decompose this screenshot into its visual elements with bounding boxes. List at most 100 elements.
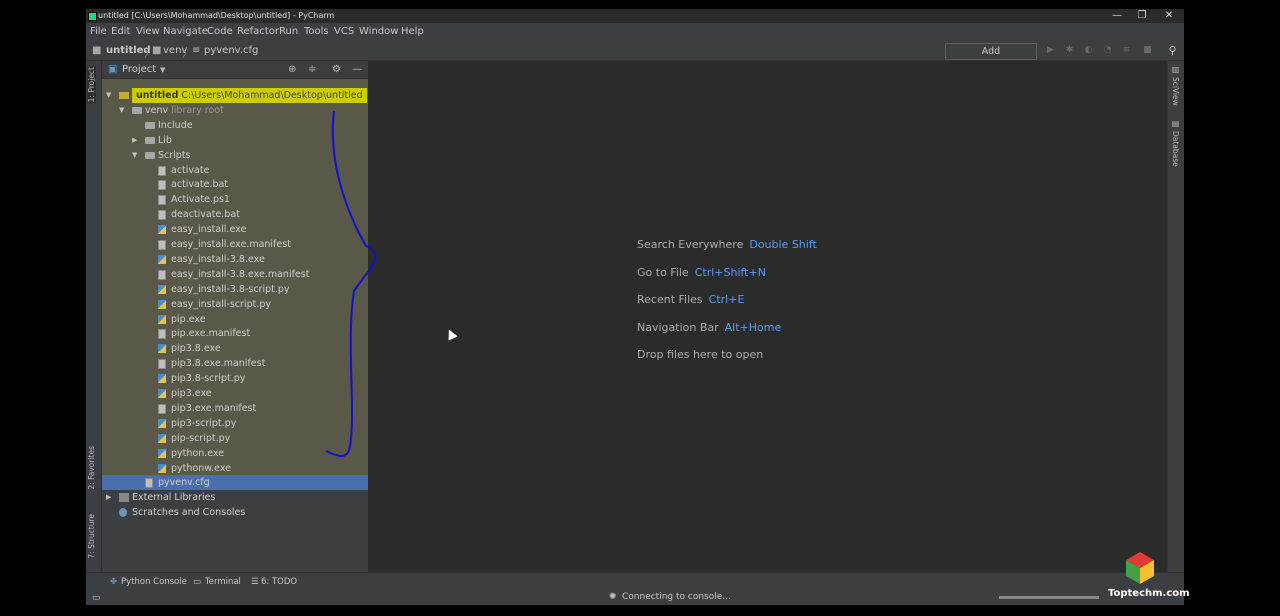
project-panel-title[interactable]: Project xyxy=(122,64,156,75)
menu-view[interactable]: View xyxy=(136,26,160,37)
locate-icon[interactable]: ⊕ xyxy=(288,64,296,75)
tab-terminal[interactable]: Terminal xyxy=(205,577,241,587)
tab-python-console[interactable]: Python Console xyxy=(121,577,187,587)
folder-icon xyxy=(145,151,155,159)
tab-structure[interactable]: 7: Structure xyxy=(87,514,96,559)
stop-icon[interactable]: ■ xyxy=(1143,46,1152,55)
chevron-right-icon[interactable]: ▶ xyxy=(132,133,137,148)
file-icon xyxy=(158,403,166,414)
tree-item-label: Lib xyxy=(158,134,172,146)
file-icon xyxy=(158,240,166,250)
tab-favorites[interactable]: 2: Favorites xyxy=(87,446,96,490)
pycharm-app-icon xyxy=(88,12,97,21)
editor-hint: Drop files here to open xyxy=(637,348,763,361)
tree-item-label: pip3.exe xyxy=(171,388,212,399)
menu-run[interactable]: Run xyxy=(279,26,298,37)
tree-item-label: easy_install-script.py xyxy=(171,298,271,310)
debug-icon[interactable]: ✱ xyxy=(1065,46,1074,55)
tree-item-label: pip.exe xyxy=(171,313,206,325)
tree-item-label: easy_install-3.8.exe.manifest xyxy=(171,268,310,280)
tree-item-label: Scripts xyxy=(158,149,191,161)
chevron-down-icon[interactable]: ▼ xyxy=(132,148,137,163)
file-icon xyxy=(145,478,153,489)
tree-item-label: pyvenv.cfg xyxy=(158,477,210,489)
menu-edit[interactable]: Edit xyxy=(111,26,130,37)
file-icon xyxy=(158,269,166,280)
python-file-icon xyxy=(158,433,166,443)
concurrency-icon[interactable]: ≡ xyxy=(1122,46,1131,55)
tree-item-label: pip.exe.manifest xyxy=(171,328,251,340)
tree-item-label: activate.bat xyxy=(171,179,229,191)
file-icon xyxy=(158,329,166,340)
pycharm-window: untitled [C:\Users\Mohammad\Desktop\unti… xyxy=(86,9,1184,605)
tab-sciview[interactable]: SciView xyxy=(1171,77,1180,106)
menu-navigate[interactable]: Navigate xyxy=(163,26,208,37)
tab-database[interactable]: Database xyxy=(1171,131,1180,167)
editor-hint: Search Everywhere Double Shift xyxy=(637,238,817,251)
menu-file[interactable]: File xyxy=(90,26,107,37)
folder-icon: ■ xyxy=(92,45,102,56)
scratches-icon xyxy=(119,508,127,518)
tree-item-extra: library root xyxy=(168,104,224,116)
todo-icon: ☰ xyxy=(251,577,259,587)
coverage-icon[interactable]: ◐ xyxy=(1084,46,1093,55)
collapse-icon[interactable]: ≑ xyxy=(308,64,316,75)
chevron-down-icon[interactable]: ▼ xyxy=(106,88,111,103)
python-file-icon xyxy=(158,374,166,384)
minimize-button[interactable]: — xyxy=(1108,10,1126,21)
close-button[interactable]: ✕ xyxy=(1160,10,1178,21)
menu-vcs[interactable]: VCS xyxy=(334,26,354,37)
folder-icon xyxy=(119,92,129,99)
folder-icon xyxy=(132,106,142,114)
chevron-down-icon[interactable]: ▼ xyxy=(119,103,124,118)
tree-item-label: easy_install-3.8-script.py xyxy=(171,283,290,295)
tab-project[interactable]: 1: Project xyxy=(87,66,96,104)
menu-refactor[interactable]: Refactor xyxy=(237,26,279,37)
tree-item-label: easy_install.exe xyxy=(171,224,247,236)
python-file-icon xyxy=(158,418,166,428)
watermark-text: Toptechm.com xyxy=(1108,588,1190,599)
breadcrumb-file[interactable]: pyvenv.cfg xyxy=(204,45,258,56)
menu-tools[interactable]: Tools xyxy=(304,26,329,37)
file-icon xyxy=(158,195,166,206)
sciview-icon: ▥ xyxy=(1171,65,1180,74)
hint-text: Drop files here to open xyxy=(637,348,764,361)
status-spinner-icon: ✺ xyxy=(609,592,617,602)
terminal-icon: ▭ xyxy=(193,577,202,587)
menu-window[interactable]: Window xyxy=(359,26,398,37)
menu-code[interactable]: Code xyxy=(207,26,233,37)
maximize-button[interactable]: ❐ xyxy=(1133,10,1151,21)
hint-text: Search Everywhere xyxy=(637,238,744,251)
search-icon[interactable]: ⚲ xyxy=(1168,45,1177,56)
tree-item-label: pip3.exe.manifest xyxy=(171,402,257,414)
profile-icon[interactable]: ◔ xyxy=(1103,46,1112,55)
tree-item-label: pip3.8.exe xyxy=(171,343,221,355)
add-configuration-button[interactable]: Add Configuration... xyxy=(945,43,1037,72)
gear-icon[interactable]: ⚙ xyxy=(332,64,341,75)
status-bar: ✤ Python Console ▭ Terminal ☰ 6: TODO ▭ … xyxy=(86,572,1184,605)
tree-item-label: pip3-script.py xyxy=(171,417,237,429)
tree-item-label: pythonw.exe xyxy=(171,462,232,474)
tree-item-label: pip3.8-script.py xyxy=(171,373,246,385)
python-file-icon xyxy=(158,314,166,324)
hint-text: Navigation Bar xyxy=(637,320,719,334)
tree-item[interactable]: Scratches and Consoles xyxy=(102,505,368,520)
tree-item-label: deactivate.bat xyxy=(171,209,240,221)
tree-item[interactable]: ▶ External Libraries xyxy=(102,490,368,505)
tree-item-label: easy_install-3.8.exe xyxy=(171,253,265,265)
toggle-tool-windows-icon[interactable]: ▭ xyxy=(92,593,100,603)
hint-shortcut: Double Shift xyxy=(749,238,817,251)
window-title: untitled [C:\Users\Mohammad\Desktop\unti… xyxy=(98,11,335,20)
editor-area[interactable]: Search Everywhere Double Shift Go to File C… xyxy=(325,61,1167,581)
editor-hint: Recent Files Ctrl+E xyxy=(637,293,744,306)
editor-hint: Go to File Ctrl+Shift+N xyxy=(637,266,766,279)
chevron-down-icon[interactable]: ▼ xyxy=(160,66,165,74)
chevron-right-icon[interactable]: ▶ xyxy=(106,490,111,505)
folder-icon: ■ xyxy=(152,45,162,56)
hide-icon[interactable]: — xyxy=(352,64,362,75)
menu-help[interactable]: Help xyxy=(401,26,424,37)
project-panel-toolbar: ▣ Project ▼ ⊕ ≑ ⚙ — xyxy=(102,61,368,79)
tab-todo[interactable]: 6: TODO xyxy=(261,577,297,587)
tree-item-label: pip3.8.exe.manifest xyxy=(171,358,266,370)
run-icon[interactable]: ▶ xyxy=(1046,46,1055,55)
